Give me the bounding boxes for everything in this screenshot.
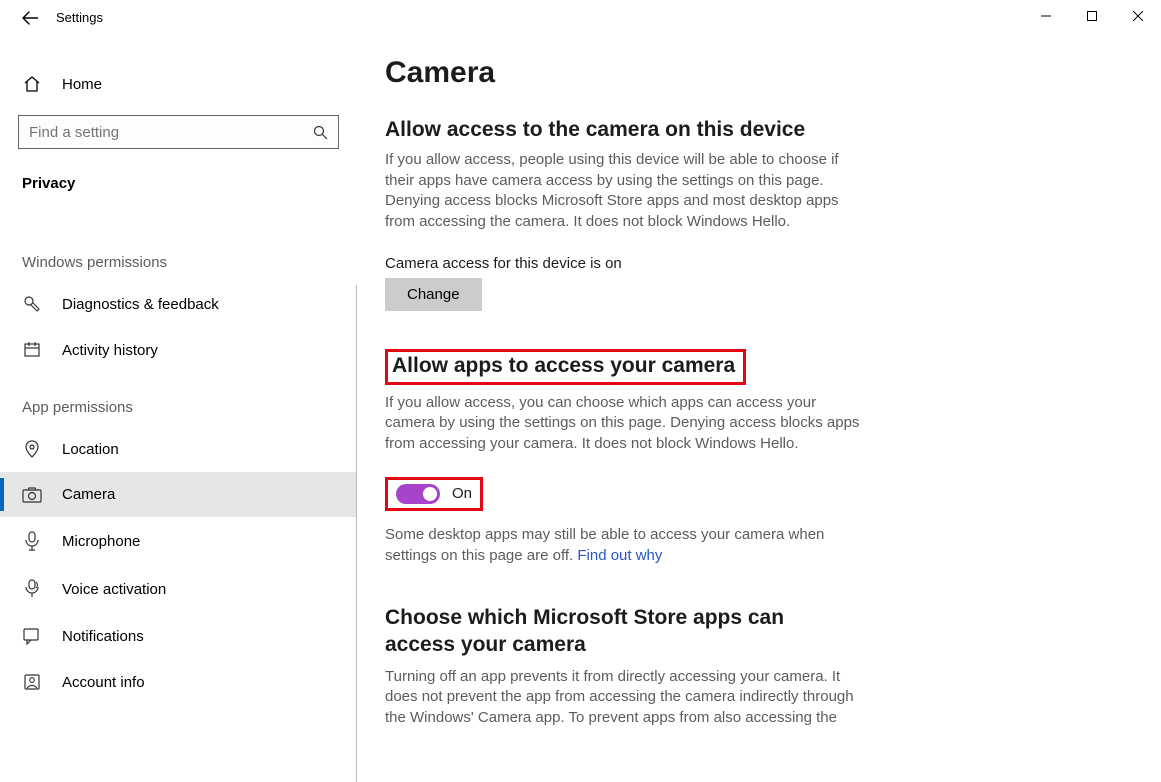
search-input[interactable]: [29, 124, 313, 141]
section-desc: If you allow access, people using this d…: [385, 150, 865, 233]
nav-notifications[interactable]: Notifications: [0, 613, 357, 659]
nav-label: Diagnostics & feedback: [62, 296, 219, 313]
group-app-permissions: App permissions: [0, 373, 357, 426]
sidebar-divider: [356, 285, 357, 782]
nav-label: Account info: [62, 674, 145, 691]
page-title: Camera: [385, 56, 1133, 90]
sidebar: Settings Home Privacy Windows permission…: [0, 0, 357, 782]
history-icon: [22, 341, 42, 359]
section-device-access: Allow access to the camera on this devic…: [385, 118, 905, 311]
section-desc: If you allow access, you can choose whic…: [385, 393, 865, 455]
section-title: Allow apps to access your camera: [392, 354, 735, 377]
highlight-box-title: Allow apps to access your camera: [385, 349, 746, 385]
camera-icon: [22, 487, 42, 503]
desktop-apps-note: Some desktop apps may still be able to a…: [385, 525, 865, 566]
camera-status: Camera access for this device is on: [385, 255, 905, 272]
change-button[interactable]: Change: [385, 278, 482, 311]
main-content: Camera Allow access to the camera on thi…: [357, 0, 1161, 782]
section-title: Choose which Microsoft Store apps can ac…: [385, 604, 845, 659]
nav-camera[interactable]: Camera: [0, 472, 357, 517]
search-input-container[interactable]: [18, 115, 339, 149]
app-title: Settings: [56, 10, 103, 25]
minimize-button[interactable]: [1023, 0, 1069, 32]
section-desc: Turning off an app prevents it from dire…: [385, 667, 865, 729]
nav-label: Voice activation: [62, 581, 166, 598]
nav-label: Activity history: [62, 342, 158, 359]
location-icon: [22, 440, 42, 458]
nav-home[interactable]: Home: [0, 63, 357, 105]
group-windows-permissions: Windows permissions: [0, 228, 357, 281]
close-button[interactable]: [1115, 0, 1161, 32]
section-title: Allow access to the camera on this devic…: [385, 118, 905, 142]
nav-label: Camera: [62, 486, 115, 503]
nav-label: Notifications: [62, 628, 144, 645]
home-icon: [22, 75, 42, 93]
nav-label: Location: [62, 441, 119, 458]
maximize-button[interactable]: [1069, 0, 1115, 32]
microphone-icon: [22, 531, 42, 551]
nav-activity[interactable]: Activity history: [0, 327, 357, 373]
back-icon[interactable]: [22, 11, 38, 25]
toggle-state-label: On: [452, 485, 472, 502]
nav-voice[interactable]: Voice activation: [0, 565, 357, 613]
section-store-apps: Choose which Microsoft Store apps can ac…: [385, 604, 905, 729]
nav-label: Microphone: [62, 533, 140, 550]
section-app-access: Allow apps to access your camera If you …: [385, 349, 905, 566]
camera-access-toggle[interactable]: [396, 484, 440, 504]
highlight-box-toggle: On: [385, 477, 483, 511]
search-icon: [313, 125, 328, 140]
voice-icon: [22, 579, 42, 599]
feedback-icon: [22, 295, 42, 313]
home-label: Home: [62, 76, 102, 93]
find-out-why-link[interactable]: Find out why: [577, 547, 662, 564]
nav-diagnostics[interactable]: Diagnostics & feedback: [0, 281, 357, 327]
notifications-icon: [22, 627, 42, 645]
sidebar-section-privacy: Privacy: [0, 167, 357, 208]
account-icon: [22, 673, 42, 691]
nav-location[interactable]: Location: [0, 426, 357, 472]
nav-account[interactable]: Account info: [0, 659, 357, 705]
nav-microphone[interactable]: Microphone: [0, 517, 357, 565]
